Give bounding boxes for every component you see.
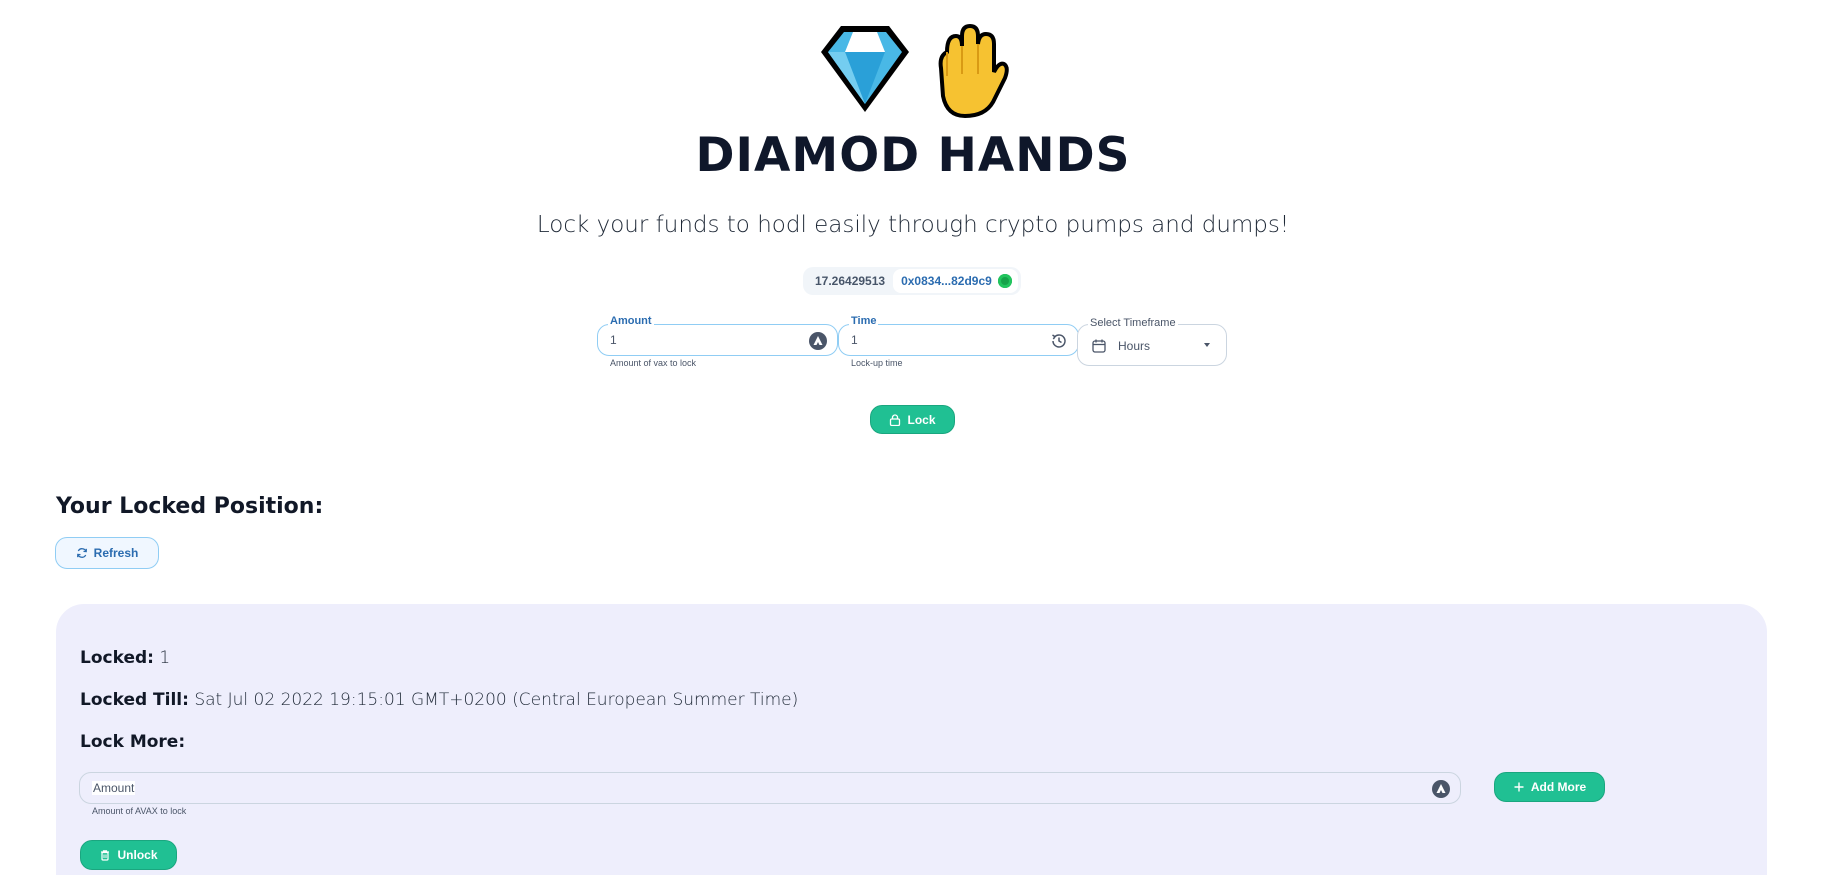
locked-till-label: Locked Till: [80,690,189,710]
lock-more-amount-input[interactable]: Amount [92,781,136,795]
plus-icon [1514,782,1524,792]
logo [817,22,1017,122]
amount-hint: Amount of vax to lock [610,358,697,368]
locked-row: Locked: 1 [80,648,170,668]
refresh-button[interactable]: Refresh [55,537,159,569]
timeframe-select[interactable]: Select Timeframe Hours [1077,317,1227,366]
unlock-button[interactable]: Unlock [80,840,177,870]
timeframe-label: Select Timeframe [1088,317,1178,329]
raised-hand-icon [938,23,1009,118]
page-subtitle: Lock your funds to hodl easily through c… [536,212,1290,238]
time-input[interactable]: 1 [851,333,858,347]
position-card [56,604,1767,875]
time-hint: Lock-up time [851,358,903,368]
lock-button-label: Lock [907,412,936,427]
amount-input[interactable]: 1 [610,333,617,347]
locked-till-value: Sat Jul 02 2022 19:15:01 GMT+0200 (Centr… [194,690,799,710]
unlock-button-label: Unlock [117,848,158,862]
timeframe-value: Hours [1118,339,1151,353]
gem-icon [821,26,909,112]
refresh-button-label: Refresh [93,546,139,560]
calendar-icon [1092,339,1106,353]
add-more-button[interactable]: Add More [1494,772,1605,802]
amount-label: Amount [608,315,654,327]
time-field[interactable]: Time 1 [838,315,1079,356]
trash-icon [101,850,110,861]
section-title: Your Locked Position: [56,494,324,519]
lock-more-amount-field[interactable]: Amount [79,772,1461,804]
account-avatar-icon [997,274,1012,288]
wallet-chip[interactable]: 17.26429513 0x0834...82d9c9 [803,267,1021,295]
locked-label: Locked: [80,648,154,668]
amount-field[interactable]: Amount 1 [597,315,838,356]
wallet-address: 0x0834...82d9c9 [901,274,992,288]
lock-button[interactable]: Lock [870,405,955,434]
avax-icon [1432,780,1450,798]
wallet-address-button[interactable]: 0x0834...82d9c9 [893,269,1018,293]
avax-icon [809,332,827,350]
page-title: DIAMOD HANDS [695,128,1131,183]
wallet-balance: 17.26429513 [815,274,886,288]
lock-more-label: Lock More: [80,732,186,752]
refresh-icon [76,548,87,558]
time-label: Time [849,315,879,327]
history-clock-icon [1052,334,1066,348]
locked-till-row: Locked Till: Sat Jul 02 2022 19:15:01 GM… [80,690,798,710]
add-more-button-label: Add More [1530,780,1587,794]
lock-icon [890,413,901,426]
lock-more-heading: Lock More: [80,732,185,752]
chevron-down-icon [1204,343,1210,347]
lock-more-hint: Amount of AVAX to lock [92,806,187,816]
locked-value: 1 [159,648,171,668]
